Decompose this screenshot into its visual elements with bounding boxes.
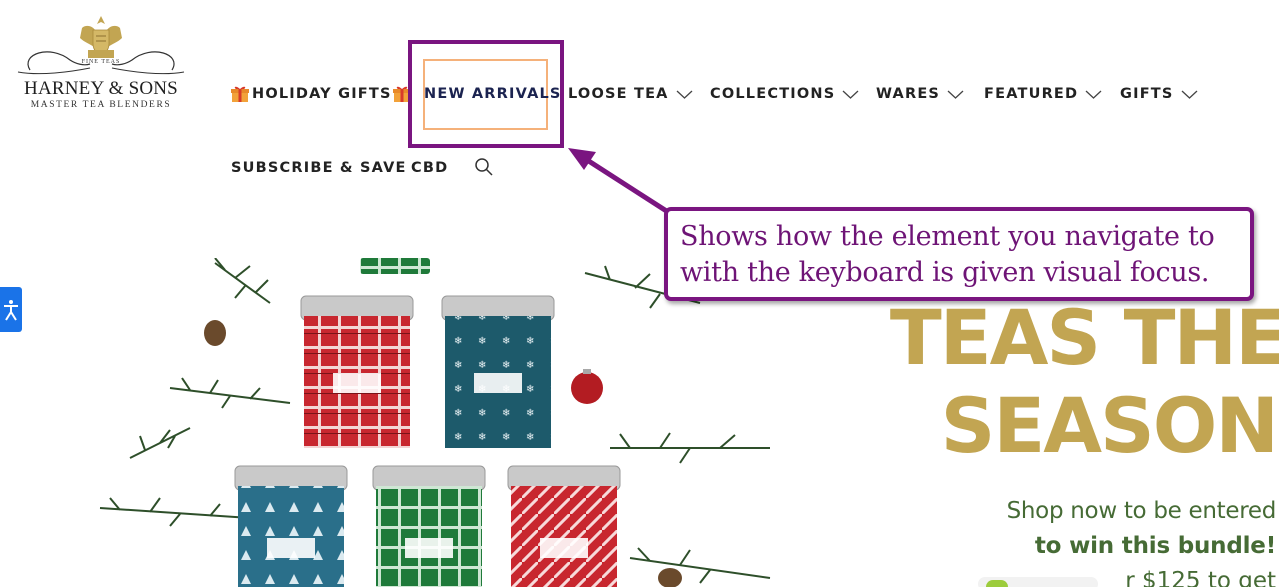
chevron-down-icon (676, 90, 693, 99)
nav-label: GIFTS (1120, 86, 1174, 102)
nav-label: WARES (876, 86, 941, 102)
nav-label: SUBSCRIBE & SAVE (231, 160, 407, 176)
brand-name: HARNEY & SONS (24, 78, 178, 99)
brand-tagline: MASTER TEA BLENDERS (30, 100, 172, 110)
callout-line1: Shows how the element you navigate to (680, 221, 1215, 252)
crest-text: FINE TEAS (81, 59, 121, 65)
nav-item-subscribe-save[interactable]: SUBSCRIBE & SAVE (231, 160, 407, 176)
chevron-down-icon (1181, 90, 1197, 99)
nav-label: HOLIDAY GIFTS (252, 86, 392, 102)
chevron-down-icon (947, 90, 964, 99)
nav-label: CBD (411, 160, 449, 176)
nav-item-loose-tea[interactable]: LOOSE TEA (568, 86, 693, 102)
nav-label: NEW ARRIVALS (424, 86, 562, 102)
nav-item-collections[interactable]: COLLECTIONS (710, 86, 859, 102)
nav-item-new-arrivals[interactable]: NEW ARRIVALS (424, 86, 562, 102)
callout-line2: with the keyboard is given visual focus. (680, 257, 1210, 288)
hero-subtitle-line1: Shop now to be entered (1006, 498, 1277, 524)
chevron-down-icon (842, 90, 859, 99)
nav-item-gifts[interactable]: GIFTS (1120, 86, 1198, 102)
nav-item-holiday-gifts[interactable]: HOLIDAY GIFTS (231, 85, 411, 103)
chevron-down-icon (1085, 90, 1102, 99)
accessibility-button[interactable] (0, 287, 22, 332)
nav-item-wares[interactable]: WARES (876, 86, 964, 102)
nav-item-cbd[interactable]: CBD (411, 160, 448, 176)
accessibility-icon (4, 299, 18, 321)
hero-title-line2: SEASON (940, 381, 1279, 470)
nav-label: LOOSE TEA (568, 86, 669, 102)
nav-item-featured[interactable]: FEATURED (984, 86, 1102, 102)
brand-logo[interactable]: FINE TEAS HARNEY & SONS MASTER TEA BLEND… (10, 14, 192, 114)
nav-label: COLLECTIONS (710, 86, 836, 102)
hero-tea-tins-image: ❄ (99, 258, 771, 587)
gift-icon (231, 86, 249, 102)
search-icon[interactable] (474, 157, 494, 177)
crest-emblem-icon (17, 16, 185, 75)
chat-widget-icon (986, 580, 1008, 587)
annotation-callout: Shows how the element you navigate to wi… (664, 207, 1254, 301)
hero-subtitle-line2: to win this bundle! (1034, 533, 1276, 559)
hero-title-line1: TEAS THE (889, 293, 1279, 382)
nav-label: FEATURED (984, 86, 1079, 102)
